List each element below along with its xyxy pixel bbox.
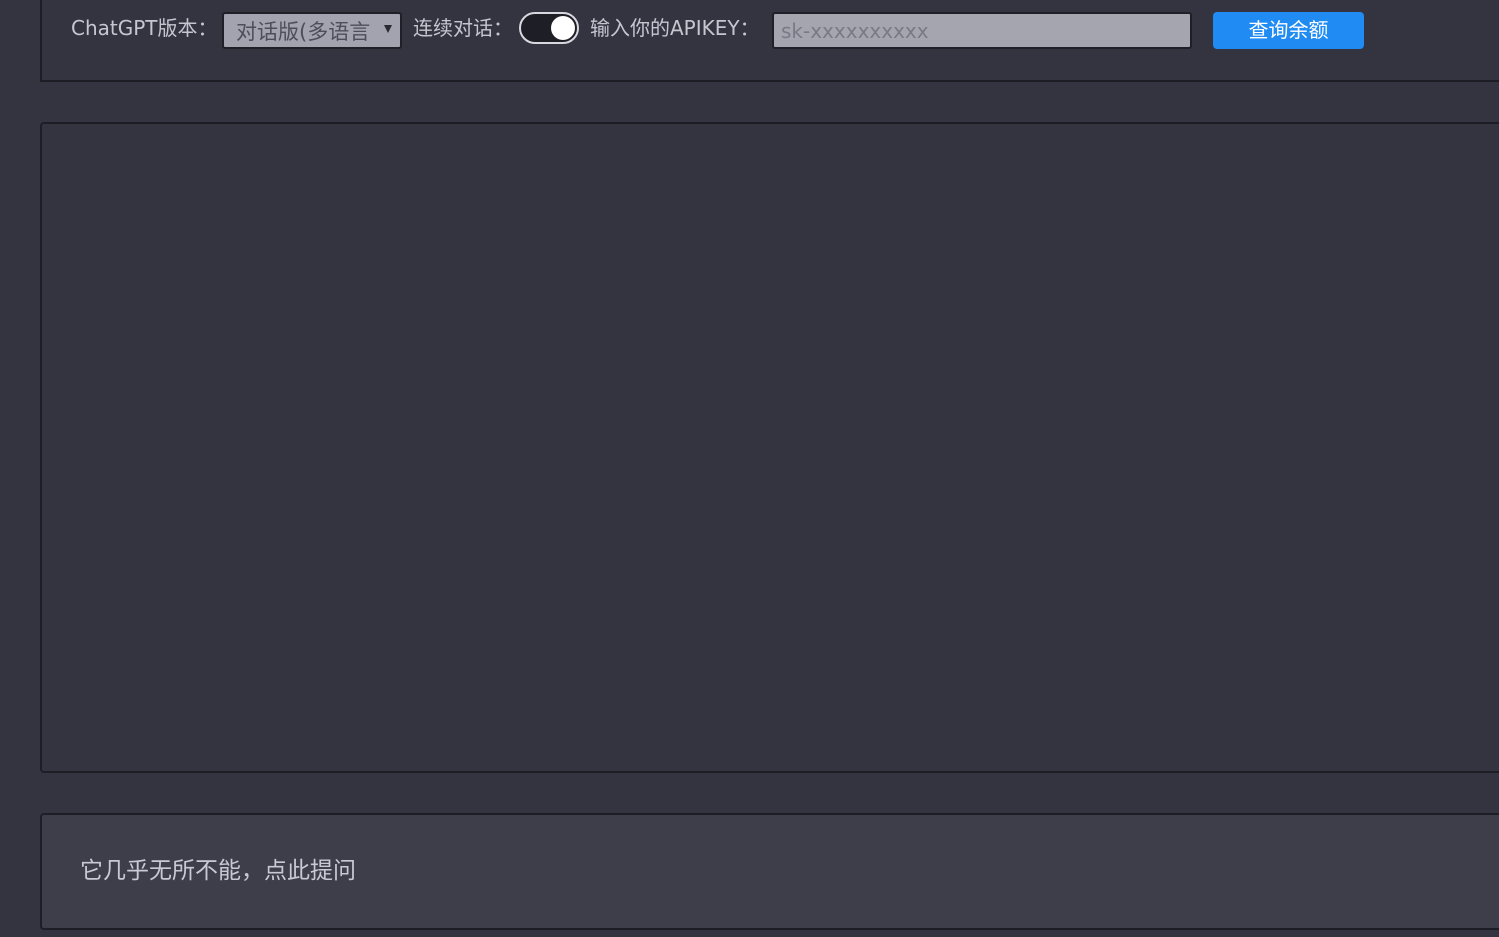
chat-history-area[interactable] (40, 122, 1499, 773)
prompt-input[interactable]: 它几乎无所不能，点此提问 (40, 813, 1499, 930)
version-select-value: 对话版(多语言) (236, 20, 370, 44)
toggle-knob (551, 16, 575, 40)
prompt-placeholder: 它几乎无所不能，点此提问 (80, 858, 356, 884)
settings-toolbar: ChatGPT版本： 对话版(多语言) 连续对话： 输入你的APIKEY： 查询… (40, 0, 1499, 82)
chatgpt-page: ChatGPT版本： 对话版(多语言) 连续对话： 输入你的APIKEY： 查询… (0, 0, 1499, 937)
check-balance-button[interactable]: 查询余额 (1213, 12, 1364, 49)
version-select[interactable]: 对话版(多语言) (222, 12, 402, 49)
version-label: ChatGPT版本： (71, 16, 218, 40)
continuous-chat-toggle[interactable] (519, 12, 579, 44)
chevron-down-icon (384, 25, 392, 33)
apikey-label: 输入你的APIKEY： (590, 16, 760, 40)
continuous-chat-label: 连续对话： (413, 16, 513, 40)
apikey-input[interactable] (772, 12, 1192, 49)
